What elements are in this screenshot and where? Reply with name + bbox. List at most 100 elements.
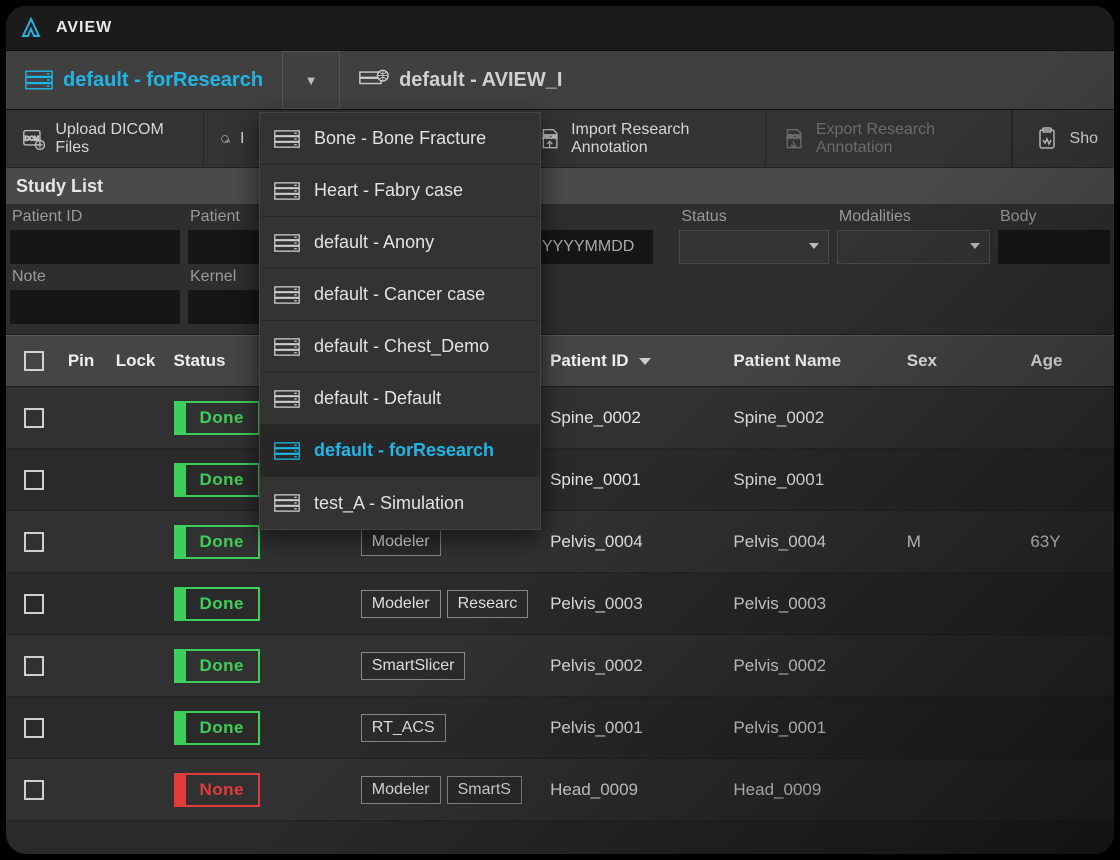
row-age: 63Y <box>1024 532 1114 552</box>
svg-text:JSON: JSON <box>542 135 556 141</box>
filter-note-input[interactable] <box>10 290 180 324</box>
row-patient-name: Spine_0002 <box>727 408 900 428</box>
table-row[interactable]: NoneModelerSmartSHead_0009Head_0009 <box>6 759 1114 821</box>
show-label: Sho <box>1070 130 1098 148</box>
dropdown-item[interactable]: default - Chest_Demo <box>260 321 540 373</box>
server-stack-icon <box>274 441 300 461</box>
row-status: Done <box>168 587 355 621</box>
tab-active-project[interactable]: default - forResearch <box>6 51 282 109</box>
clipboard-icon <box>1034 126 1060 152</box>
filter-modalities-label: Modalities <box>837 208 990 226</box>
dropdown-item[interactable]: default - forResearch <box>260 425 540 477</box>
export-annotation-button[interactable]: JSON Export Research Annotation <box>766 110 1012 167</box>
row-apps: RT_ACS <box>355 714 544 742</box>
table-row[interactable]: Done Spine_0001Spine_0001 <box>6 449 1114 511</box>
dropdown-item-label: test_A - Simulation <box>314 493 464 514</box>
col-patient-name[interactable]: Patient Name <box>727 351 900 371</box>
app-tag[interactable]: Researc <box>447 590 529 618</box>
dropdown-item[interactable]: default - Anony <box>260 217 540 269</box>
filter-body-input[interactable] <box>998 230 1110 264</box>
row-patient-id: Spine_0001 <box>544 470 727 490</box>
filter-patient-id-label: Patient ID <box>10 208 180 226</box>
dropdown-item-label: default - Default <box>314 388 441 409</box>
checkbox-icon <box>24 718 44 738</box>
table-row[interactable]: DoneModelerResearcPelvis_0003Pelvis_0003 <box>6 573 1114 635</box>
checkbox-icon <box>24 408 44 428</box>
dropdown-item[interactable]: test_A - Simulation <box>260 477 540 529</box>
dicom-upload-icon: DCM <box>22 126 45 152</box>
status-badge: Done <box>174 587 261 621</box>
upload-dicom-label: Upload DICOM Files <box>55 121 187 157</box>
status-badge: Done <box>174 649 261 683</box>
dropdown-item-label: Heart - Fabry case <box>314 180 463 201</box>
checkbox-icon <box>24 532 44 552</box>
show-button[interactable]: Sho <box>1018 110 1114 167</box>
table-row[interactable]: DoneSmartSlicerPelvis_0002Pelvis_0002 <box>6 635 1114 697</box>
app-tag[interactable]: RT_ACS <box>361 714 446 742</box>
row-patient-id: Spine_0002 <box>544 408 727 428</box>
checkbox-icon <box>24 656 44 676</box>
row-checkbox[interactable] <box>6 470 62 490</box>
col-pin[interactable]: Pin <box>62 351 110 371</box>
filter-date-to[interactable]: YYYYMMDD <box>523 230 653 264</box>
row-apps: ModelerSmartS <box>355 776 544 804</box>
row-checkbox[interactable] <box>6 780 62 800</box>
row-patient-name: Pelvis_0001 <box>727 718 900 738</box>
project-dropdown-menu: Bone - Bone Fracture Heart - Fabry case de… <box>259 112 541 530</box>
row-apps: Modeler <box>355 528 544 556</box>
import-annotation-button[interactable]: JSON Import Research Annotation <box>522 110 767 167</box>
filter-status-select[interactable] <box>679 230 829 264</box>
row-apps: ModelerResearc <box>355 590 544 618</box>
row-patient-name: Head_0009 <box>727 780 900 800</box>
tab-secondary[interactable]: default - AVIEW_I <box>340 51 581 109</box>
checkbox-icon <box>24 780 44 800</box>
filter-modalities-select[interactable] <box>837 230 990 264</box>
row-checkbox[interactable] <box>6 718 62 738</box>
toolbar-hidden-button[interactable]: I <box>204 110 261 167</box>
table-row[interactable]: DoneSpine_0002Spine_0002 <box>6 387 1114 449</box>
server-globe-icon <box>359 68 389 92</box>
row-checkbox[interactable] <box>6 656 62 676</box>
row-patient-name: Pelvis_0004 <box>727 532 900 552</box>
row-checkbox[interactable] <box>6 532 62 552</box>
filter-note-label: Note <box>10 268 180 286</box>
app-tag[interactable]: SmartSlicer <box>361 652 466 680</box>
svg-text:JSON: JSON <box>787 135 801 141</box>
status-badge: Done <box>174 463 261 497</box>
row-checkbox[interactable] <box>6 594 62 614</box>
dropdown-item[interactable]: Bone - Bone Fracture <box>260 113 540 165</box>
table-row[interactable]: DoneRT_ACSPelvis_0001Pelvis_0001 <box>6 697 1114 759</box>
app-logo-icon <box>18 15 44 41</box>
row-sex: M <box>901 532 1025 552</box>
col-age[interactable]: Age <box>1024 351 1114 371</box>
row-patient-name: Spine_0001 <box>727 470 900 490</box>
row-patient-id: Head_0009 <box>544 780 727 800</box>
upload-dicom-button[interactable]: DCM Upload DICOM Files <box>6 110 204 167</box>
row-patient-name: Pelvis_0003 <box>727 594 900 614</box>
dropdown-item[interactable]: default - Default <box>260 373 540 425</box>
filter-status-label: Status <box>679 208 829 226</box>
server-stack-icon <box>274 285 300 305</box>
col-sex[interactable]: Sex <box>901 351 1025 371</box>
filter-patient-id-input[interactable] <box>10 230 180 264</box>
app-tag[interactable]: Modeler <box>361 590 441 618</box>
tab-active-label: default - forResearch <box>63 69 263 92</box>
table-row[interactable]: DoneModelerPelvis_0004Pelvis_0004M63Y <box>6 511 1114 573</box>
dropdown-item[interactable]: Heart - Fabry case <box>260 165 540 217</box>
dropdown-item-label: Bone - Bone Fracture <box>314 128 486 149</box>
table-header: Pin Lock Status Apps Patient ID Patient … <box>6 335 1114 387</box>
app-title: AVIEW <box>56 19 112 37</box>
dropdown-item[interactable]: default - Cancer case <box>260 269 540 321</box>
tab-dropdown-toggle[interactable]: ▼ <box>282 51 340 109</box>
app-tag[interactable]: Modeler <box>361 776 441 804</box>
tab-secondary-label: default - AVIEW_I <box>399 69 562 92</box>
col-lock[interactable]: Lock <box>110 351 168 371</box>
app-tag[interactable]: SmartS <box>447 776 522 804</box>
col-patient-id[interactable]: Patient ID <box>544 351 727 371</box>
row-patient-id: Pelvis_0003 <box>544 594 727 614</box>
col-checkbox[interactable] <box>6 351 62 371</box>
app-tag[interactable]: Modeler <box>361 528 441 556</box>
row-checkbox[interactable] <box>6 408 62 428</box>
server-stack-icon <box>274 129 300 149</box>
dropdown-item-label: default - Cancer case <box>314 284 485 305</box>
